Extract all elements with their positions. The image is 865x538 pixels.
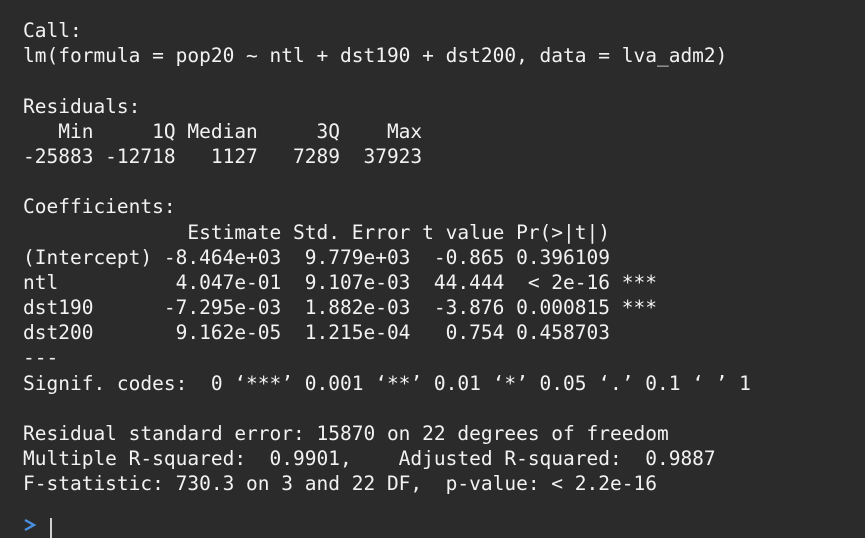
coefficient-row-ntl: ntl 4.047e-01 9.107e-03 44.444 < 2e-16 *… (23, 270, 657, 294)
residuals-values: -25883 -12718 1127 7289 37923 (23, 144, 434, 168)
residual-standard-error-line: Residual standard error: 15870 on 22 deg… (23, 422, 669, 445)
signif-codes-line: Signif. codes: 0 ‘***’ 0.001 ‘**’ 0.01 ‘… (23, 371, 751, 395)
prompt-chevron-icon: > (24, 518, 37, 532)
text-cursor (50, 518, 52, 538)
console-input-prompt[interactable]: > (23, 514, 83, 538)
residuals-header: Residuals: (23, 94, 141, 118)
coefficient-row-dst200: dst200 9.162e-05 1.215e-04 0.754 0.45870… (23, 321, 657, 345)
coefficient-row-dst190: dst190 -7.295e-03 1.882e-03 -3.876 0.000… (23, 296, 657, 320)
f-statistic-line: F-statistic: 730.3 on 3 and 22 DF, p-val… (23, 472, 657, 496)
coefficient-row-intercept: (Intercept) -8.464e+03 9.779e+03 -0.865 … (23, 245, 657, 269)
call-formula-line: lm(formula = pop20 ~ ntl + dst190 + dst2… (23, 44, 728, 68)
coefficients-column-header: Estimate Std. Error t value Pr(>|t|) (23, 220, 657, 244)
r-console-output: Call: lm(formula = pop20 ~ ntl + dst190 … (0, 0, 865, 538)
separator-line: --- (23, 346, 59, 370)
residuals-labels: Min 1Q Median 3Q Max (23, 119, 434, 143)
call-header: Call: (23, 19, 82, 42)
r-squared-line: Multiple R-squared: 0.9901, Adjusted R-s… (23, 447, 728, 471)
coefficients-header: Coefficients: (23, 195, 176, 219)
